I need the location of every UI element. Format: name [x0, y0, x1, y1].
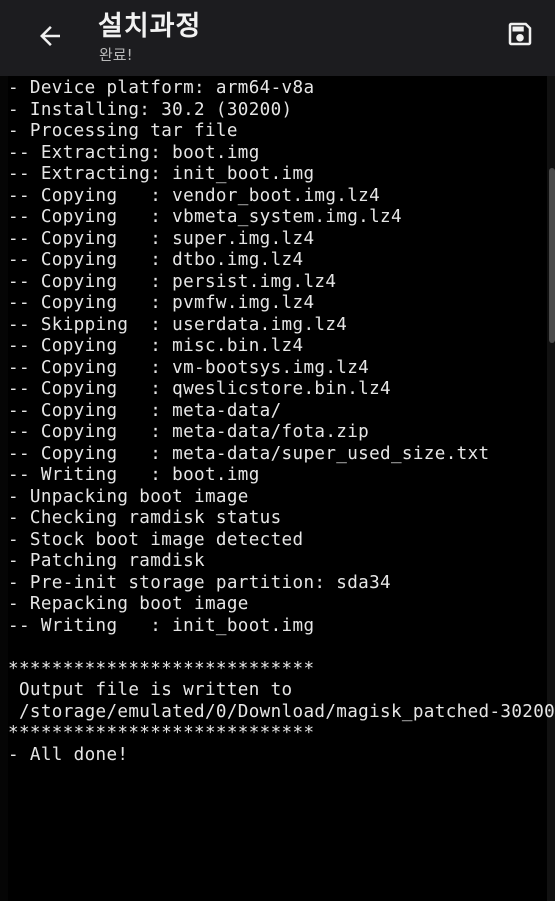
- back-button[interactable]: [22, 12, 78, 60]
- log-line: /storage/emulated/0/Download/magisk_patc…: [8, 701, 555, 722]
- install-log-panel[interactable]: - Device platform: arm64-v8a - Installing…: [8, 76, 555, 901]
- log-line: ****************************: [8, 723, 315, 743]
- log-line: -- Copying : persist.img.lz4: [8, 271, 337, 292]
- log-line: -- Extracting: boot.img: [8, 142, 260, 163]
- page-title: 설치과정: [98, 11, 202, 42]
- log-line: -- Copying : vbmeta_system.img.lz4: [8, 207, 402, 227]
- log-line: -- Copying : vendor_boot.img.lz4: [8, 185, 381, 206]
- page-subtitle: 완료!: [99, 46, 133, 64]
- log-line: -- Copying : super.img.lz4: [8, 228, 315, 249]
- save-icon: [508, 22, 532, 46]
- log-scrollbar[interactable]: [549, 168, 555, 343]
- log-line: -- Copying : misc.bin.lz4: [8, 336, 304, 356]
- log-line: - Stock boot image detected: [8, 529, 304, 550]
- log-line: - All done!: [8, 744, 129, 765]
- log-line: - Processing tar file: [8, 121, 238, 141]
- log-line: -- Copying : pvmfw.img.lz4: [8, 293, 315, 313]
- log-line: - Repacking boot image: [8, 594, 249, 614]
- log-line: -- Copying : vm-bootsys.img.lz4: [8, 357, 370, 378]
- save-button[interactable]: [494, 8, 546, 60]
- log-line: -- Copying : meta-data/super_used_size.t…: [8, 443, 490, 464]
- log-line: ****************************: [8, 658, 315, 679]
- log-line: -- Writing : init_boot.img: [8, 615, 315, 636]
- log-line: - Device platform: arm64-v8a: [8, 78, 315, 98]
- log-line: - Checking ramdisk status: [8, 508, 282, 528]
- log-line: - Unpacking boot image: [8, 486, 249, 507]
- log-line: -- Copying : dtbo.img.lz4: [8, 250, 304, 270]
- log-line: -- Skipping : userdata.img.lz4: [8, 314, 348, 335]
- log-line: -- Copying : qweslicstore.bin.lz4: [8, 379, 391, 399]
- log-line: - Installing: 30.2 (30200): [8, 99, 293, 120]
- log-line: -- Copying : meta-data/fota.zip: [8, 422, 370, 442]
- app-bar: 설치과정 완료!: [0, 0, 555, 76]
- log-line: - Patching ramdisk: [8, 551, 205, 571]
- log-line: - Pre-init storage partition: sda34: [8, 572, 391, 593]
- log-line: -- Writing : boot.img: [8, 465, 260, 485]
- log-line: Output file is written to: [8, 680, 293, 700]
- log-line: -- Copying : meta-data/: [8, 400, 282, 421]
- arrow-back-icon: [40, 26, 60, 46]
- install-log: - Device platform: arm64-v8a - Installing…: [8, 78, 555, 766]
- log-line: -- Extracting: init_boot.img: [8, 164, 315, 184]
